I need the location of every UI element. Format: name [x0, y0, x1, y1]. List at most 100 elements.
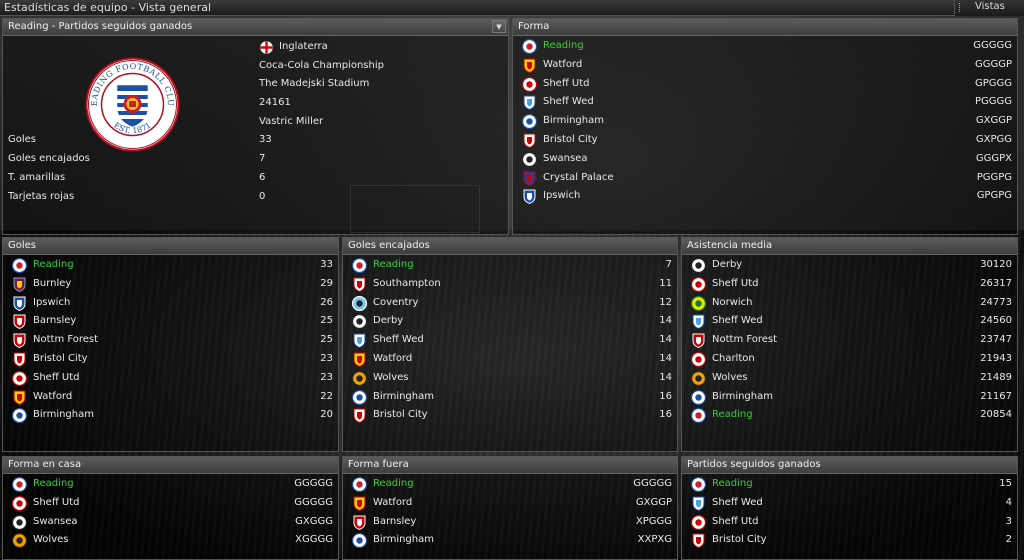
team-name[interactable]: Southampton: [373, 275, 441, 294]
team-name[interactable]: Nottm Forest: [33, 331, 98, 350]
team-row[interactable]: Nottm Forest 23747: [682, 331, 1017, 350]
team-row[interactable]: Sheff Utd 3: [682, 513, 1017, 532]
team-row[interactable]: Reading GGGGG: [343, 475, 677, 494]
club-stadium[interactable]: The Madejski Stadium: [259, 75, 369, 94]
team-row[interactable]: Reading 20854: [682, 406, 1017, 425]
team-name[interactable]: Birmingham: [373, 531, 434, 550]
team-row[interactable]: Sheff Wed 14: [343, 331, 677, 350]
team-name[interactable]: Charlton: [712, 350, 755, 369]
team-name[interactable]: Sheff Utd: [543, 75, 590, 94]
team-name[interactable]: Nottm Forest: [712, 331, 777, 350]
team-row[interactable]: Watford 22: [3, 388, 338, 407]
team-row[interactable]: Wolves 14: [343, 369, 677, 388]
team-name[interactable]: Derby: [712, 256, 742, 275]
club-manager[interactable]: Vastric Miller: [259, 113, 323, 132]
team-name[interactable]: Sheff Utd: [33, 369, 80, 388]
team-row[interactable]: Ipswich 26: [3, 294, 338, 313]
team-name[interactable]: Swansea: [33, 513, 77, 532]
team-row[interactable]: Watford GGGGP: [513, 56, 1017, 75]
team-row[interactable]: Reading 33: [3, 256, 338, 275]
team-row[interactable]: Derby 30120: [682, 256, 1017, 275]
club-competition[interactable]: Coca-Cola Championship: [259, 57, 384, 76]
team-name[interactable]: Bristol City: [373, 406, 428, 425]
team-row[interactable]: Bristol City 2: [682, 531, 1017, 550]
team-name[interactable]: Reading: [712, 406, 753, 425]
team-name[interactable]: Reading: [33, 475, 74, 494]
team-name[interactable]: Coventry: [373, 294, 418, 313]
team-name[interactable]: Birmingham: [33, 406, 94, 425]
team-row[interactable]: Birmingham XXPXG: [343, 531, 677, 550]
team-row[interactable]: Birmingham 21167: [682, 388, 1017, 407]
team-name[interactable]: Reading: [373, 475, 414, 494]
team-row[interactable]: Reading 15: [682, 475, 1017, 494]
team-name[interactable]: Barnsley: [33, 312, 76, 331]
team-row[interactable]: Bristol City 16: [343, 406, 677, 425]
team-row[interactable]: Reading GGGGG: [3, 475, 338, 494]
team-row[interactable]: Swansea GGGPX: [513, 150, 1017, 169]
team-name[interactable]: Reading: [543, 37, 584, 56]
team-row[interactable]: Nottm Forest 25: [3, 331, 338, 350]
team-row[interactable]: Swansea GXGGG: [3, 513, 338, 532]
team-row[interactable]: Sheff Wed PGGGG: [513, 93, 1017, 112]
views-button[interactable]: Vistas: [954, 0, 1024, 16]
team-name[interactable]: Crystal Palace: [543, 169, 614, 188]
team-row[interactable]: Bristol City GXPGG: [513, 131, 1017, 150]
team-row[interactable]: Sheff Utd GPGGG: [513, 75, 1017, 94]
team-row[interactable]: Reading 7: [343, 256, 677, 275]
team-row[interactable]: Burnley 29: [3, 275, 338, 294]
dropdown-arrow-icon[interactable]: ▼: [492, 20, 506, 33]
team-name[interactable]: Ipswich: [33, 294, 70, 313]
team-name[interactable]: Birmingham: [543, 112, 604, 131]
team-name[interactable]: Reading: [373, 256, 414, 275]
team-row[interactable]: Sheff Wed 24560: [682, 312, 1017, 331]
team-row[interactable]: Bristol City 23: [3, 350, 338, 369]
team-name[interactable]: Barnsley: [373, 513, 416, 532]
team-row[interactable]: Charlton 21943: [682, 350, 1017, 369]
team-name[interactable]: Birmingham: [712, 388, 773, 407]
team-name[interactable]: Sheff Utd: [712, 275, 759, 294]
team-name[interactable]: Ipswich: [543, 187, 580, 206]
team-row[interactable]: Birmingham 20: [3, 406, 338, 425]
team-row[interactable]: Coventry 12: [343, 294, 677, 313]
team-name[interactable]: Watford: [543, 56, 582, 75]
team-name[interactable]: Swansea: [543, 150, 587, 169]
team-row[interactable]: Wolves 21489: [682, 369, 1017, 388]
team-row[interactable]: Watford GXGGP: [343, 494, 677, 513]
team-name[interactable]: Sheff Wed: [712, 494, 763, 513]
team-name[interactable]: Sheff Wed: [543, 93, 594, 112]
team-name[interactable]: Derby: [373, 312, 403, 331]
team-name[interactable]: Watford: [373, 494, 412, 513]
team-name[interactable]: Wolves: [712, 369, 747, 388]
team-row[interactable]: Reading GGGGG: [513, 37, 1017, 56]
team-row[interactable]: Barnsley XPGGG: [343, 513, 677, 532]
team-row[interactable]: Birmingham GXGGP: [513, 112, 1017, 131]
team-name[interactable]: Wolves: [373, 369, 408, 388]
team-name[interactable]: Watford: [33, 388, 72, 407]
team-name[interactable]: Bristol City: [543, 131, 598, 150]
team-row[interactable]: Sheff Utd 23: [3, 369, 338, 388]
team-row[interactable]: Ipswich GPGPG: [513, 187, 1017, 206]
team-row[interactable]: Wolves XGGGG: [3, 531, 338, 550]
team-row[interactable]: Watford 14: [343, 350, 677, 369]
team-name[interactable]: Burnley: [33, 275, 71, 294]
team-name[interactable]: Sheff Wed: [373, 331, 424, 350]
team-row[interactable]: Sheff Utd 26317: [682, 275, 1017, 294]
team-name[interactable]: Wolves: [33, 531, 68, 550]
team-name[interactable]: Watford: [373, 350, 412, 369]
team-name[interactable]: Sheff Wed: [712, 312, 763, 331]
team-name[interactable]: Sheff Utd: [712, 513, 759, 532]
team-row[interactable]: Southampton 11: [343, 275, 677, 294]
team-name[interactable]: Sheff Utd: [33, 494, 80, 513]
team-row[interactable]: Derby 14: [343, 312, 677, 331]
team-name[interactable]: Reading: [712, 475, 753, 494]
team-name[interactable]: Norwich: [712, 294, 753, 313]
team-row[interactable]: Crystal Palace PGGPG: [513, 169, 1017, 188]
team-row[interactable]: Birmingham 16: [343, 388, 677, 407]
team-name[interactable]: Birmingham: [373, 388, 434, 407]
team-name[interactable]: Reading: [33, 256, 74, 275]
team-name[interactable]: Bristol City: [712, 531, 767, 550]
team-row[interactable]: Sheff Utd GGGGG: [3, 494, 338, 513]
team-row[interactable]: Sheff Wed 4: [682, 494, 1017, 513]
team-row[interactable]: Norwich 24773: [682, 294, 1017, 313]
team-name[interactable]: Bristol City: [33, 350, 88, 369]
